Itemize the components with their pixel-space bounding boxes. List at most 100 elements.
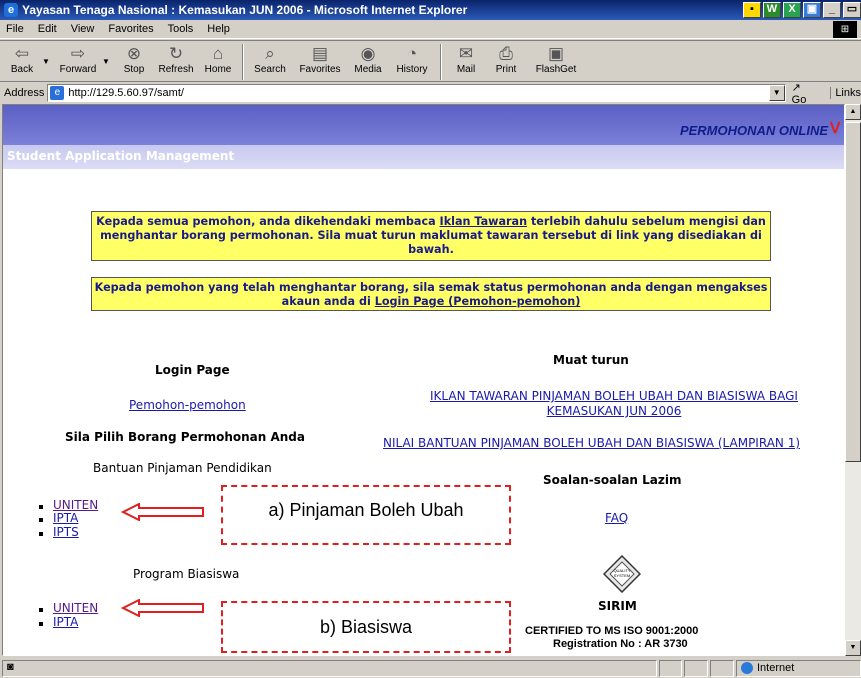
done-icon: ◙ [7, 660, 14, 673]
sirim-label: SIRIM [598, 599, 637, 613]
download-lampiran-link[interactable]: NILAI BANTUAN PINJAMAN BOLEH UBAH DAN BI… [383, 436, 800, 450]
bullet [39, 532, 43, 536]
menu-view[interactable]: View [71, 23, 95, 35]
section-scholarship-title: Program Biasiswa [133, 567, 240, 581]
address-label: Address [4, 87, 45, 99]
faq-link[interactable]: FAQ [605, 511, 628, 525]
ie-icon: e [4, 3, 18, 17]
toolbar-separator [440, 44, 442, 80]
menu-favorites[interactable]: Favorites [108, 23, 153, 35]
menu-help[interactable]: Help [207, 23, 230, 35]
annotation-arrow-icon [121, 599, 204, 617]
toolbar-separator [242, 44, 244, 80]
scroll-down-icon[interactable]: ▼ [845, 640, 861, 656]
minimize-button[interactable]: _ [823, 2, 841, 18]
sirim-quality-logo: QUALITY SYSTEM [603, 555, 641, 593]
address-bar: Address e http://129.5.60.97/samt/ ▼ ↗ G… [0, 81, 861, 106]
search-button[interactable]: ⌕ Search [248, 41, 292, 81]
annotation-arrow-icon [121, 503, 204, 521]
history-button[interactable]: ◔ History [388, 41, 436, 81]
system-text: SYSTEM [614, 573, 630, 578]
forward-arrow-icon: ⇨ [70, 44, 86, 63]
status-slot [658, 659, 683, 677]
back-button[interactable]: ⇦ Back [2, 41, 42, 81]
scroll-thumb[interactable] [845, 122, 861, 462]
maximize-button[interactable]: ▭ [843, 2, 861, 18]
windows-logo-icon: ⊞ [833, 21, 857, 38]
annotation-box-scholarship: b) Biasiswa [221, 601, 511, 653]
internet-globe-icon [740, 662, 753, 674]
certified-text: CERTIFIED TO MS ISO 9001:2000 [525, 625, 699, 637]
scholarship-ipta-link[interactable]: IPTA [53, 615, 78, 629]
print-label: Print [495, 64, 517, 75]
menu-file[interactable]: File [6, 23, 24, 35]
title-buttons: ▪ W X ▣ _ ▭ [743, 2, 861, 18]
page-icon: e [50, 86, 65, 100]
notice1-link[interactable]: Iklan Tawaran [440, 215, 528, 228]
mail-icon: ✉ [458, 44, 474, 63]
menu-bar: File Edit View Favorites Tools Help [0, 20, 861, 39]
back-arrow-icon: ⇦ [14, 44, 30, 63]
download-offer-link[interactable]: IKLAN TAWARAN PINJAMAN BOLEH UBAH DAN BI… [395, 389, 833, 419]
bullet [39, 518, 43, 522]
address-url: http://129.5.60.97/samt/ [68, 87, 184, 99]
back-dropdown[interactable]: ▼ [42, 41, 54, 66]
tnb-logo-icon: ᐯ [830, 120, 841, 137]
vertical-scrollbar[interactable]: ▲ ▼ [845, 104, 861, 656]
home-button[interactable]: ⌂ Home [198, 41, 238, 81]
registration-text: Registration No : AR 3730 [553, 638, 688, 650]
section-loan-title: Bantuan Pinjaman Pendidikan [93, 461, 272, 475]
links-button[interactable]: Links [830, 87, 861, 99]
mail-button[interactable]: ✉ Mail [446, 41, 486, 81]
loan-ipts-link[interactable]: IPTS [53, 525, 79, 539]
zone-label: Internet [756, 662, 795, 674]
faq-heading: Soalan-soalan Lazim [543, 473, 682, 487]
scroll-up-icon[interactable]: ▲ [845, 104, 861, 120]
bullet [39, 505, 43, 509]
media-label: Media [354, 64, 382, 75]
loan-uniten-link[interactable]: UNITEN [53, 498, 98, 512]
favorites-button[interactable]: ▤ Favorites [292, 41, 348, 81]
excel-icon[interactable]: X [783, 2, 801, 18]
app-icon[interactable]: ▣ [803, 2, 821, 18]
forward-button[interactable]: ⇨ Forward [54, 41, 102, 81]
notice2-link[interactable]: Login Page (Pemohon-pemohon) [375, 295, 581, 308]
status-slot [710, 659, 734, 677]
address-input[interactable]: e http://129.5.60.97/samt/ ▼ [47, 84, 786, 102]
notice-offer: Kepada semua pemohon, anda dikehendaki m… [91, 211, 771, 261]
menu-tools[interactable]: Tools [168, 23, 194, 35]
bullet [39, 608, 43, 612]
media-button[interactable]: ◉ Media [348, 41, 388, 81]
home-icon: ⌂ [212, 44, 224, 63]
flashget-button[interactable]: ▣ FlashGet [526, 41, 586, 81]
toolbar: ⇦ Back ▼ ⇨ Forward ▼ ⊗ Stop ↻ Refresh ⌂ Home … [0, 40, 861, 82]
mail-label: Mail [456, 64, 476, 75]
notice-status: Kepada pemohon yang telah menghantar bor… [91, 277, 771, 311]
forward-label: Forward [59, 64, 97, 75]
page-viewport: PERMOHONAN ONLINE ᐯ Student Application … [2, 104, 845, 656]
search-label: Search [254, 64, 286, 75]
stop-button[interactable]: ⊗ Stop [114, 41, 154, 81]
flashget-label: FlashGet [535, 64, 577, 75]
menu-edit[interactable]: Edit [38, 23, 57, 35]
history-icon: ◔ [406, 44, 418, 63]
refresh-icon: ↻ [168, 44, 184, 63]
scholarship-uniten-link[interactable]: UNITEN [53, 601, 98, 615]
status-main: ◙ [2, 659, 657, 677]
print-button[interactable]: ⎙ Print [486, 41, 526, 81]
refresh-label: Refresh [158, 64, 194, 75]
go-button[interactable]: ↗ Go [792, 81, 819, 106]
forward-dropdown[interactable]: ▼ [102, 41, 114, 66]
loan-ipta-link[interactable]: IPTA [53, 511, 78, 525]
sub-banner: Student Application Management [3, 145, 844, 169]
login-heading: Login Page [155, 363, 230, 377]
media-icon: ◉ [360, 44, 376, 63]
refresh-button[interactable]: ↻ Refresh [154, 41, 198, 81]
word-icon[interactable]: W [763, 2, 781, 18]
login-link[interactable]: Pemohon-pemohon [129, 398, 246, 412]
favorites-label: Favorites [299, 64, 341, 75]
window-title: Yayasan Tenaga Nasional : Kemasukan JUN … [22, 3, 468, 17]
address-dropdown-icon[interactable]: ▼ [768, 85, 785, 101]
taskbar-app-icon[interactable]: ▪ [743, 2, 761, 18]
favorites-icon: ▤ [311, 44, 329, 63]
